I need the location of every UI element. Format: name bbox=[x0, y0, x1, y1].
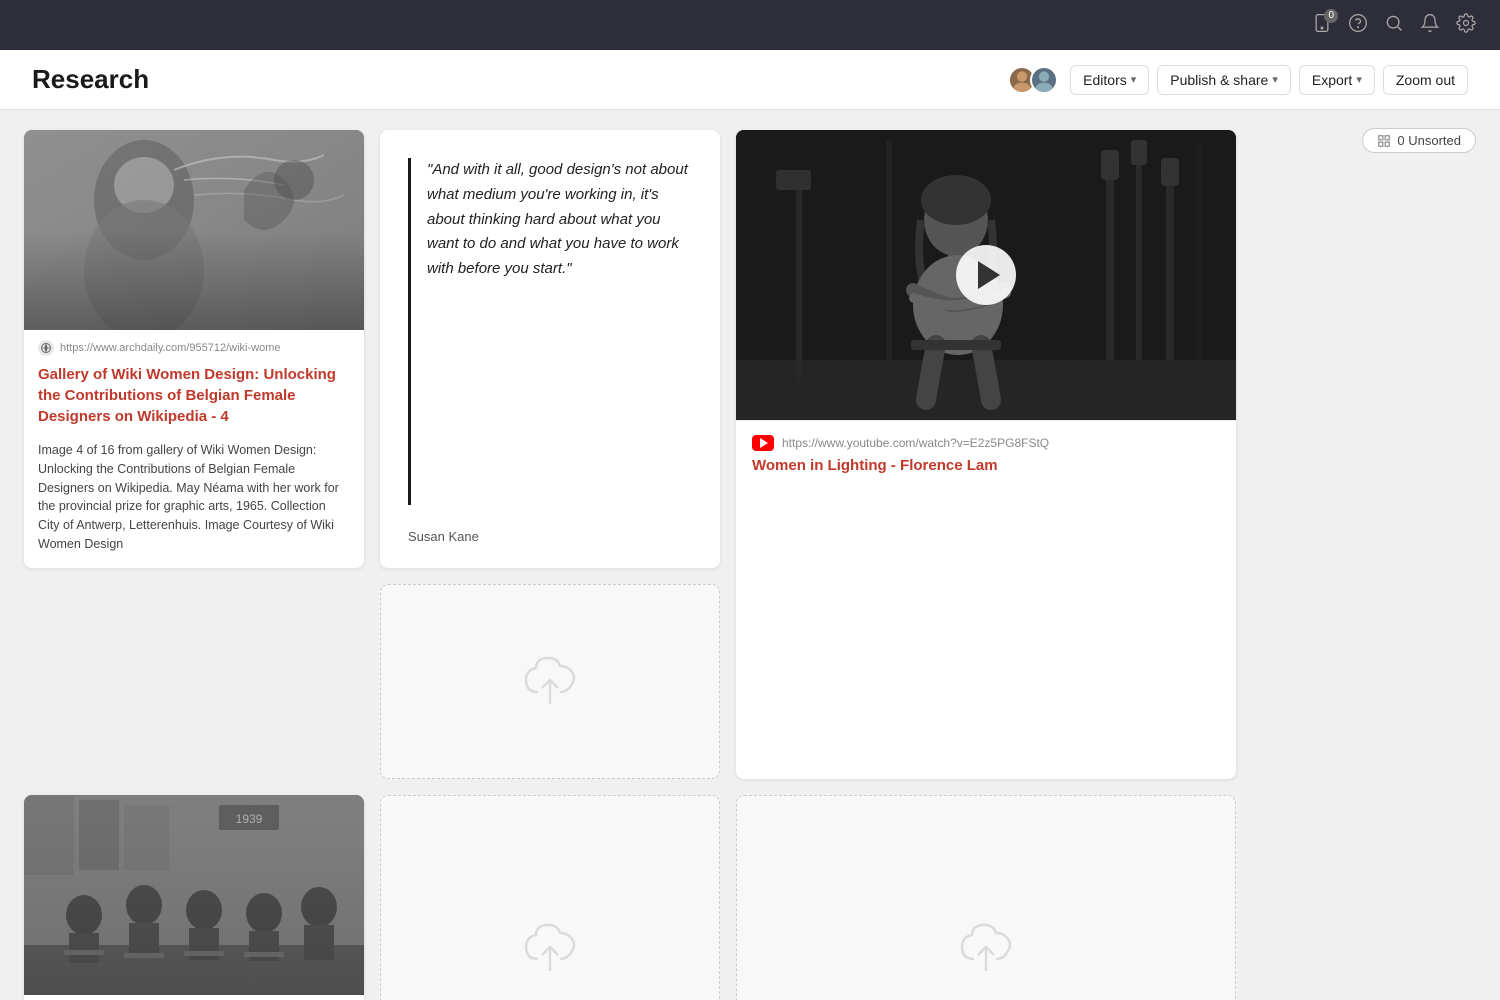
help-circle-icon[interactable] bbox=[1348, 13, 1368, 38]
video-source: https://www.youtube.com/watch?v=E2z5PG8F… bbox=[752, 435, 1220, 451]
notification-badge: 0 bbox=[1324, 9, 1338, 23]
upload-card-3[interactable] bbox=[736, 795, 1236, 1000]
video-title[interactable]: Women in Lighting - Florence Lam bbox=[752, 457, 1220, 474]
tablet-icon[interactable]: 0 bbox=[1312, 13, 1332, 38]
upload-card-2[interactable] bbox=[380, 795, 720, 1000]
export-button[interactable]: Export ▾ bbox=[1299, 65, 1375, 95]
avatar-2 bbox=[1030, 66, 1058, 94]
unsorted-badge[interactable]: 0 Unsorted bbox=[1362, 128, 1476, 153]
zoom-out-button[interactable]: Zoom out bbox=[1383, 65, 1468, 95]
upload-icon-1 bbox=[518, 654, 582, 708]
wiki-image-1 bbox=[24, 130, 364, 330]
bell-icon[interactable] bbox=[1420, 13, 1440, 38]
header-actions: Editors ▾ Publish & share ▾ Export ▾ Zoo… bbox=[1008, 65, 1468, 95]
zoom-label: Zoom out bbox=[1396, 72, 1455, 88]
header: Research Editors ▾ Publish & share ▾ Exp… bbox=[0, 50, 1500, 110]
top-bar: 0 bbox=[0, 0, 1500, 50]
content-grid: https://www.archdaily.com/955712/wiki-wo… bbox=[0, 110, 1500, 1000]
video-thumbnail[interactable] bbox=[736, 130, 1236, 420]
cloud-upload-svg-3 bbox=[954, 921, 1018, 975]
unsorted-count: 0 Unsorted bbox=[1397, 133, 1461, 148]
wiki-card-2: 1939 bbox=[24, 795, 364, 1000]
export-label: Export bbox=[1312, 72, 1352, 88]
search-icon[interactable] bbox=[1384, 13, 1404, 38]
publish-label: Publish & share bbox=[1170, 72, 1268, 88]
video-meta: https://www.youtube.com/watch?v=E2z5PG8F… bbox=[736, 420, 1236, 488]
page-title: Research bbox=[32, 64, 1008, 95]
upload-icon-2 bbox=[518, 921, 582, 975]
main-content: 0 Unsorted bbox=[0, 110, 1500, 1000]
publish-chevron: ▾ bbox=[1272, 73, 1278, 86]
wiki-link-1[interactable]: Gallery of Wiki Women Design: Unlocking … bbox=[24, 360, 364, 437]
video-url: https://www.youtube.com/watch?v=E2z5PG8F… bbox=[782, 436, 1049, 450]
play-button[interactable] bbox=[956, 245, 1016, 305]
source-favicon-1 bbox=[38, 340, 54, 356]
source-url-1: https://www.archdaily.com/955712/wiki-wo… bbox=[60, 342, 281, 354]
export-chevron: ▾ bbox=[1356, 73, 1362, 86]
youtube-icon bbox=[752, 435, 774, 451]
avatar-group[interactable] bbox=[1008, 66, 1058, 94]
editors-chevron: ▾ bbox=[1131, 73, 1137, 86]
wiki-card-1: https://www.archdaily.com/955712/wiki-wo… bbox=[24, 130, 364, 568]
settings-icon[interactable] bbox=[1456, 13, 1476, 38]
quote-author: Susan Kane bbox=[408, 529, 692, 544]
quote-text: "And with it all, good design's not abou… bbox=[408, 158, 692, 505]
editors-label: Editors bbox=[1083, 72, 1127, 88]
wiki-image-2: 1939 bbox=[24, 795, 364, 995]
upload-card-1[interactable] bbox=[380, 584, 720, 779]
publish-share-button[interactable]: Publish & share ▾ bbox=[1157, 65, 1291, 95]
grid-icon bbox=[1377, 134, 1391, 148]
wiki-desc-1: Image 4 of 16 from gallery of Wiki Women… bbox=[24, 437, 364, 568]
cloud-upload-svg-1 bbox=[518, 654, 582, 708]
editors-button[interactable]: Editors ▾ bbox=[1070, 65, 1149, 95]
cloud-upload-svg-2 bbox=[518, 921, 582, 975]
upload-icon-3 bbox=[954, 921, 1018, 975]
card-source-2: https://www.archdaily.com/955712/wiki-wo… bbox=[24, 995, 364, 1000]
video-card: https://www.youtube.com/watch?v=E2z5PG8F… bbox=[736, 130, 1236, 779]
card-source-1: https://www.archdaily.com/955712/wiki-wo… bbox=[24, 330, 364, 360]
quote-card: "And with it all, good design's not abou… bbox=[380, 130, 720, 568]
